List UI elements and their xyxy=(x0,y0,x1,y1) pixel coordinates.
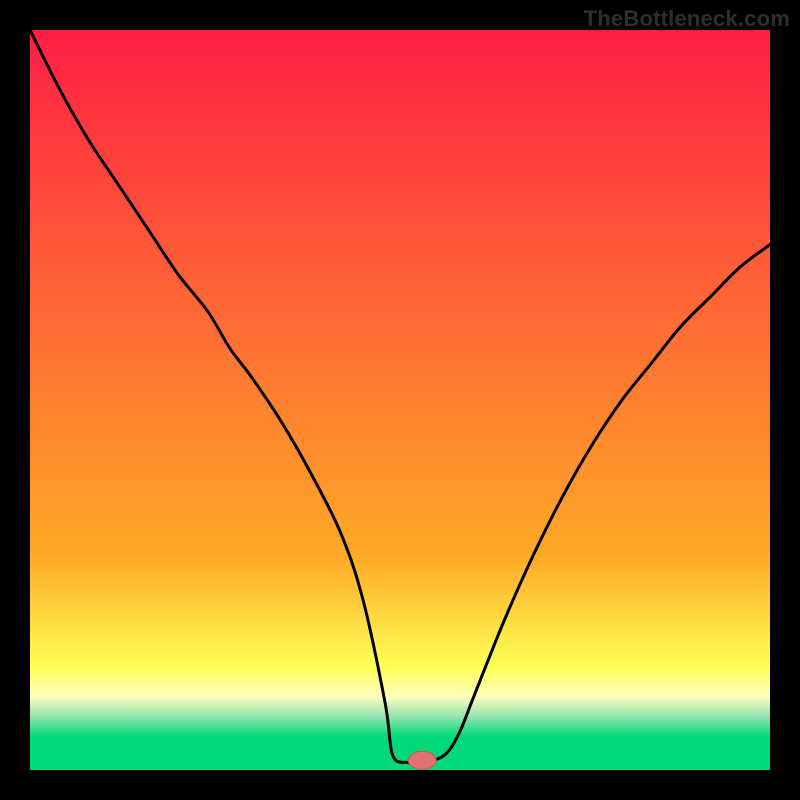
plot-background xyxy=(30,30,770,770)
watermark-text: TheBottleneck.com xyxy=(584,6,790,32)
bottleneck-chart xyxy=(0,0,800,800)
chart-stage: TheBottleneck.com xyxy=(0,0,800,800)
sweet-spot-marker xyxy=(408,751,436,769)
